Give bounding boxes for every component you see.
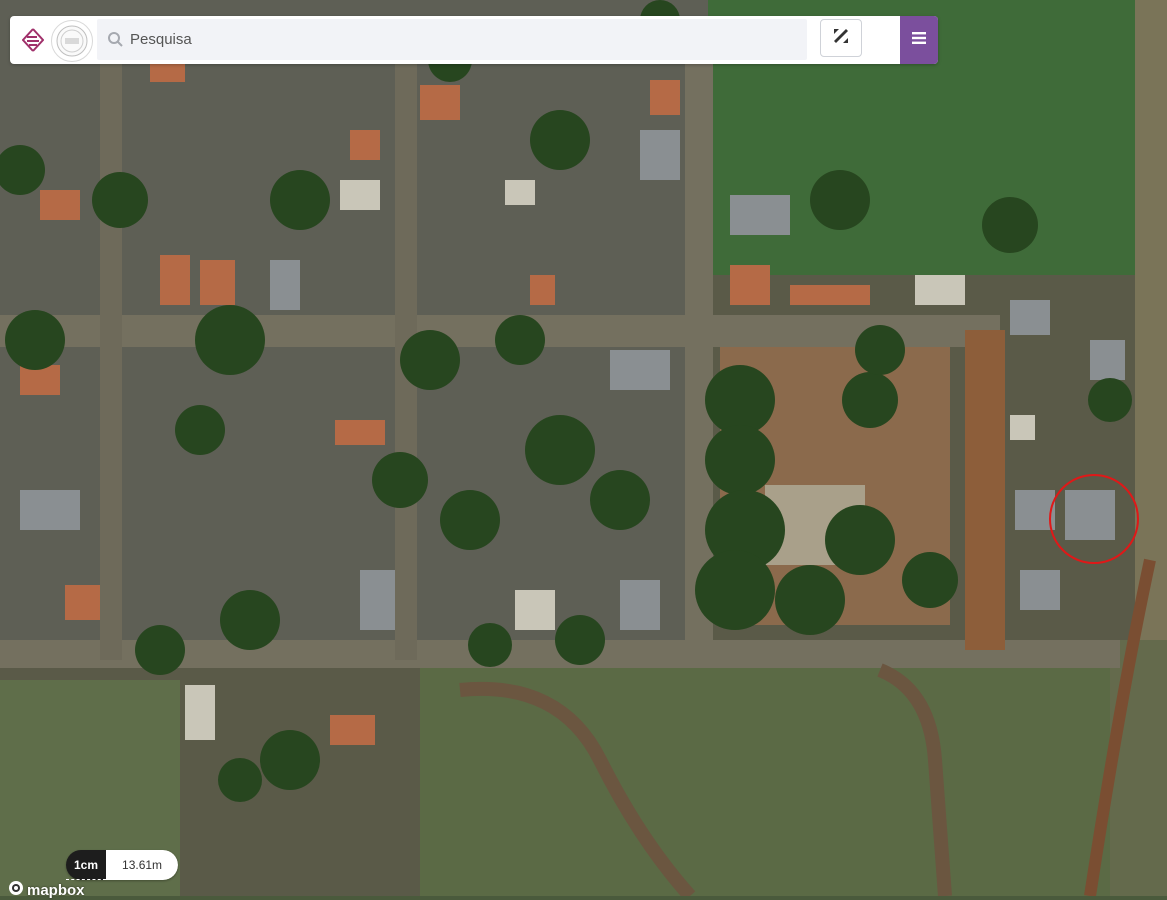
location-marker-circle	[1049, 474, 1139, 564]
scale-unit-label: 1cm	[66, 850, 107, 880]
mapbox-attribution[interactable]: mapbox	[8, 880, 85, 900]
map-scale: 1cm 13.61m	[66, 850, 179, 880]
search-box	[97, 19, 807, 60]
municipal-seal-icon	[51, 20, 93, 62]
scale-distance-label: 13.61m	[106, 850, 179, 880]
top-toolbar	[10, 16, 938, 64]
brand-logo-icon[interactable]	[21, 28, 45, 52]
menu-button[interactable]	[900, 16, 938, 64]
search-icon	[107, 31, 124, 48]
search-input[interactable]	[130, 19, 790, 60]
hamburger-menu-icon	[912, 31, 926, 49]
measure-tools-button[interactable]	[820, 19, 862, 57]
mapbox-logo-icon	[8, 880, 24, 900]
measure-tools-icon	[831, 26, 851, 51]
satellite-map[interactable]	[0, 0, 1167, 896]
